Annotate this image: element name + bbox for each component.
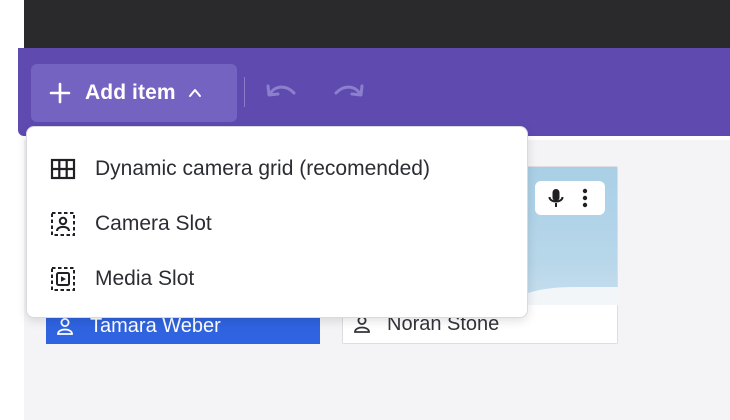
menu-item-media-slot[interactable]: Media Slot: [27, 251, 527, 306]
add-item-label: Add item: [85, 81, 176, 104]
toolbar-divider: [244, 77, 245, 107]
person-icon: [57, 318, 73, 335]
menu-item-label: Media Slot: [95, 266, 195, 290]
menu-item-label: Camera Slot: [95, 211, 212, 235]
media-slot-icon: [51, 266, 75, 291]
grid-icon: [50, 158, 76, 179]
microphone-icon[interactable]: [545, 187, 567, 209]
redo-icon[interactable]: [332, 80, 366, 106]
add-item-button[interactable]: Add item: [31, 64, 237, 122]
camera-slot-icon: [51, 211, 75, 236]
more-options-icon[interactable]: [574, 187, 596, 209]
chevron-up-icon: [188, 89, 201, 97]
add-item-dropdown: Dynamic camera grid (recomended) Camera …: [26, 126, 528, 318]
menu-item-label: Dynamic camera grid (recomended): [95, 156, 430, 180]
plus-icon: [49, 82, 71, 104]
menu-item-dynamic-camera-grid[interactable]: Dynamic camera grid (recomended): [27, 141, 527, 196]
top-dark-bar: [24, 0, 730, 48]
menu-item-camera-slot[interactable]: Camera Slot: [27, 196, 527, 251]
tile-controls: [535, 181, 605, 215]
undo-icon[interactable]: [264, 80, 298, 106]
